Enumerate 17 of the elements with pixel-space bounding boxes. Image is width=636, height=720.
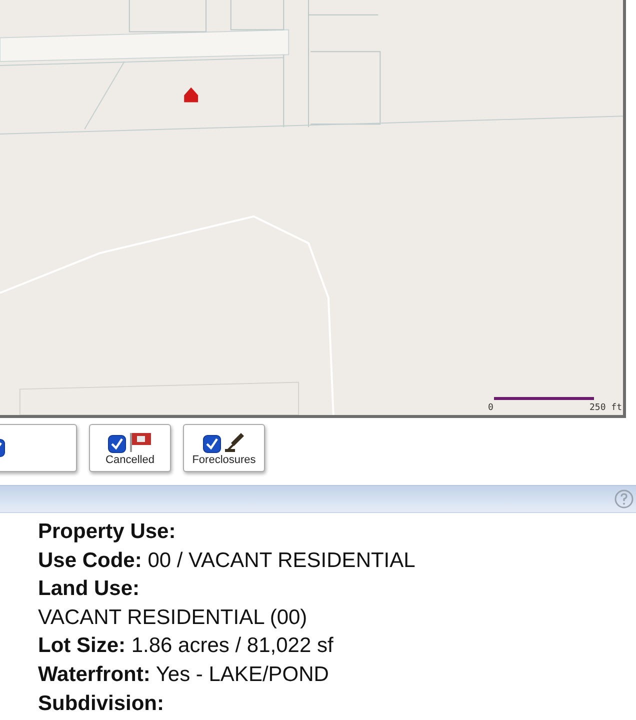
detail-line: Lot Size: 1.86 acres / 81,022 sf [38, 633, 334, 660]
detail-line: Waterfront: Yes - LAKE/POND [38, 662, 330, 688]
filter-button[interactable]: Cancelled [89, 424, 171, 472]
gavel-icon [223, 430, 245, 452]
detail-line: Use Code: 00 / VACANT RESIDENTIAL [38, 548, 416, 574]
map[interactable]: 0 250 ft [0, 0, 626, 418]
detail-line: Property Use: [38, 519, 177, 545]
filter-button[interactable]: Foreclosures [183, 424, 265, 472]
detail-line: Subdivision: [38, 690, 165, 717]
flag-icon [128, 430, 152, 452]
scale-label: 0 [488, 403, 494, 413]
filter-button[interactable] [0, 424, 77, 472]
detail-line: Land Use: [38, 576, 141, 602]
scale-label: 250 ft [589, 403, 622, 413]
checkbox[interactable] [203, 434, 221, 452]
detail-line: VACANT RESIDENTIAL (00) [38, 604, 308, 631]
checkbox[interactable] [108, 434, 126, 452]
